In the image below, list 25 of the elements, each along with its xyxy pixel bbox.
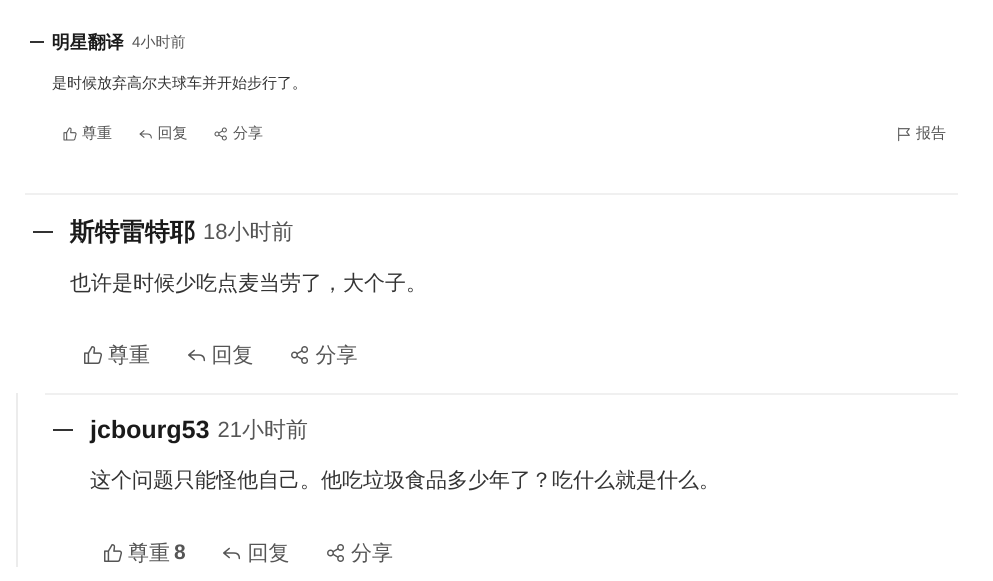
thumbs-up-icon xyxy=(62,126,78,142)
comment-text: 是时候放弃高尔夫球车并开始步行了。 xyxy=(52,74,308,94)
flag-icon xyxy=(896,126,912,142)
reply-button[interactable]: 回复 xyxy=(186,341,254,370)
author-name[interactable]: 斯特雷特耶 xyxy=(70,215,195,248)
report-button[interactable]: 报告 xyxy=(896,124,946,143)
share-icon xyxy=(213,126,229,142)
thumbs-up-icon xyxy=(82,344,104,366)
comment-text: 这个问题只能怪他自己。他吃垃圾食品多少年了？吃什么就是什么。 xyxy=(90,468,721,494)
comment-time: 18小时前 xyxy=(203,218,294,246)
author-name[interactable]: jcbourg53 xyxy=(90,416,210,445)
share-button[interactable]: 分享 xyxy=(213,124,263,143)
like-button[interactable]: 尊重 8 xyxy=(102,538,186,567)
comment-time: 4小时前 xyxy=(132,32,186,52)
share-button[interactable]: 分享 xyxy=(289,341,358,370)
comment-text: 也许是时候少吃点麦当劳了，大个子。 xyxy=(70,271,428,297)
share-button[interactable]: 分享 xyxy=(325,538,394,567)
reply-button[interactable]: 回复 xyxy=(138,124,188,143)
comment-time: 21小时前 xyxy=(217,416,308,444)
like-button[interactable]: 尊重 xyxy=(82,341,150,370)
thumbs-up-icon xyxy=(102,542,124,564)
collapse-icon[interactable] xyxy=(53,429,73,432)
author-name[interactable]: 明星翻译 xyxy=(52,30,124,54)
reply-button[interactable]: 回复 xyxy=(221,538,290,567)
like-button[interactable]: 尊重 xyxy=(62,124,112,143)
